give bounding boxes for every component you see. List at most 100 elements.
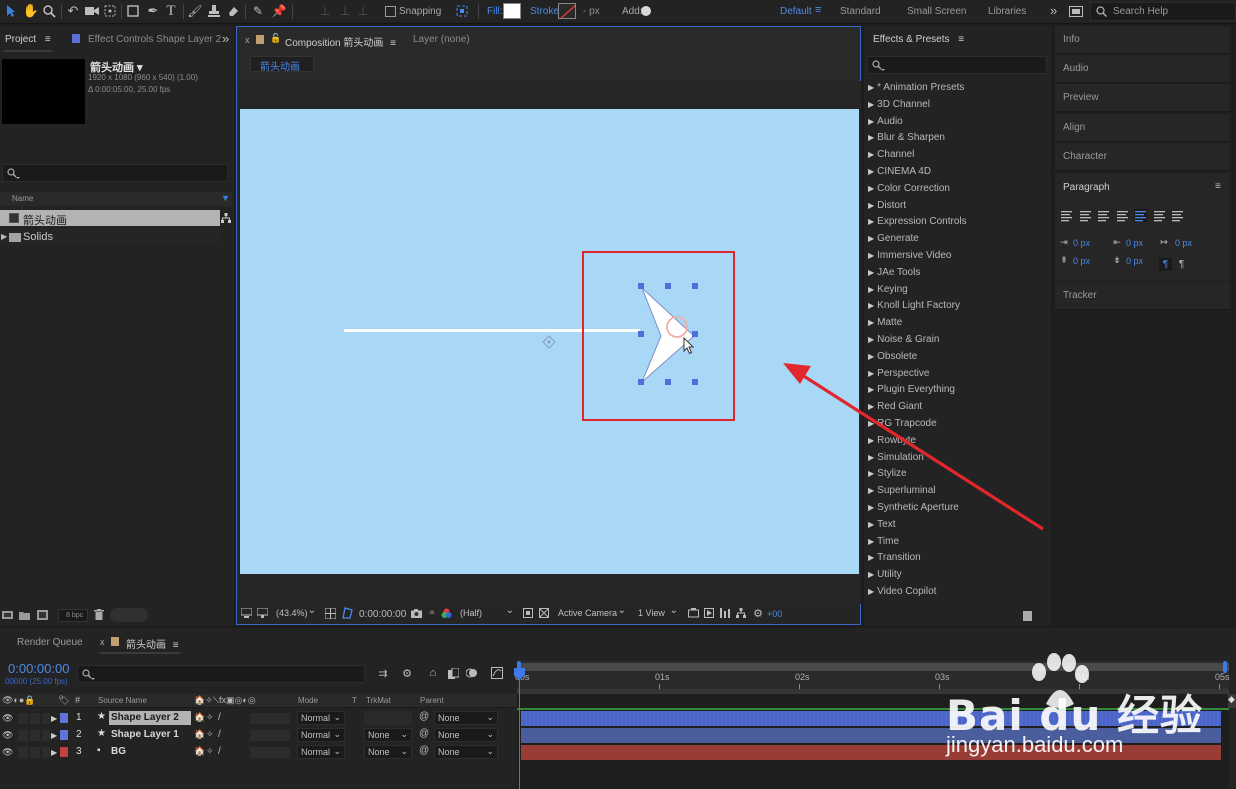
solo-switch[interactable] [30, 747, 40, 758]
comp-mini-flowchart-icon[interactable]: ⇉ [376, 666, 390, 680]
effects-menu-icon[interactable]: ≡ [958, 34, 964, 45]
brush-tool-icon[interactable]: 🖌 [187, 3, 202, 19]
axis-world-icon[interactable]: ⊥ [338, 3, 352, 19]
shy-switch-icon[interactable]: 🏠 [194, 729, 205, 740]
indent-left-value[interactable]: 0 px [1073, 238, 1090, 248]
effect-category-item[interactable]: ▶ Keying [868, 284, 908, 295]
toggle-pixel-aspect-icon[interactable] [687, 607, 699, 619]
pan-behind-tool-icon[interactable] [103, 3, 117, 19]
composition-tab[interactable]: Composition 箭头动画 ≡ [285, 34, 396, 49]
quality-switch-icon[interactable]: / [218, 712, 221, 723]
workspace-small-screen[interactable]: Small Screen [907, 6, 966, 17]
quality-switch-icon[interactable]: / [218, 746, 221, 757]
effect-category-item[interactable]: ▶ Expression Controls [868, 216, 967, 227]
camera-tool-icon[interactable] [84, 3, 100, 19]
comp-canvas[interactable] [240, 109, 859, 574]
roto-brush-tool-icon[interactable]: ✎ [250, 3, 266, 19]
collapse-switch-icon[interactable]: ✧ [206, 729, 214, 740]
indent-right-value[interactable]: 0 px [1126, 238, 1143, 248]
effect-category-item[interactable]: ▶ * Animation Presets [868, 82, 964, 93]
rotate-tool-icon[interactable]: ↶ [66, 3, 80, 19]
effect-category-item[interactable]: ▶ Distort [868, 200, 906, 211]
preview-panel[interactable]: Preview [1055, 84, 1230, 112]
current-time-display[interactable]: 0:00:00:00 [359, 609, 406, 620]
ltr-direction-button[interactable]: ¶ [1159, 258, 1172, 271]
puppet-tool-icon[interactable]: 📌 [272, 3, 287, 19]
layer-switch-boxes[interactable] [250, 730, 290, 741]
paragraph-align-icon[interactable] [1060, 209, 1073, 222]
frame-blending-icon[interactable] [446, 666, 460, 680]
new-bin-icon[interactable] [1023, 611, 1032, 621]
hand-tool-icon[interactable]: ✋ [23, 3, 39, 19]
align-panel[interactable]: Align [1055, 114, 1230, 142]
hide-shy-layers-icon[interactable]: ⌂ [426, 666, 440, 680]
always-preview-icon[interactable] [240, 607, 252, 619]
paragraph-align-icon[interactable] [1116, 209, 1129, 222]
effect-category-item[interactable]: ▶ Utility [868, 569, 902, 580]
visibility-eye-icon[interactable]: 👁 [2, 747, 13, 758]
paragraph-align-icon[interactable] [1153, 209, 1166, 222]
expand-arrow-icon[interactable]: ▶ [868, 553, 874, 562]
mode-dropdown[interactable]: Normal ⌄ [297, 711, 345, 725]
layer-source-name[interactable]: Shape Layer 2 [109, 711, 191, 725]
grid-guides-icon[interactable] [324, 607, 336, 619]
expand-arrow-icon[interactable]: ▶ [868, 318, 874, 327]
snapshot-camera-icon[interactable] [410, 607, 422, 619]
fast-previews-icon[interactable] [703, 607, 715, 619]
draft-3d-icon[interactable]: ⚙ [400, 666, 414, 680]
workspace-menu-icon[interactable]: ≡ [815, 4, 821, 16]
layer-label-color[interactable] [60, 730, 68, 740]
shy-switch-icon[interactable]: 🏠 [194, 746, 205, 757]
trash-icon[interactable] [93, 608, 105, 621]
expand-arrow-icon[interactable]: ▶ [51, 748, 57, 757]
parent-pickwhip-icon[interactable]: @ [419, 728, 429, 739]
mask-visibility-icon[interactable] [341, 606, 353, 620]
expand-arrow-icon[interactable]: ▶ [868, 268, 874, 277]
timeline-icon[interactable] [719, 607, 731, 619]
effect-category-item[interactable]: ▶ Color Correction [868, 183, 950, 194]
solo-switch[interactable] [30, 730, 40, 741]
composition-tab-menu-icon[interactable]: ≡ [390, 38, 396, 49]
layer-source-name[interactable]: BG [109, 745, 191, 759]
expand-arrow-icon[interactable]: ▶ [868, 83, 874, 92]
effect-category-item[interactable]: ▶ 3D Channel [868, 99, 930, 110]
effect-controls-tab[interactable]: Effect Controls Shape Layer 2 [88, 34, 221, 45]
collapse-switch-icon[interactable]: ✧ [206, 712, 214, 723]
timeline-comp-tab[interactable]: 箭头动画 ≡ [126, 636, 179, 651]
expand-arrow-icon[interactable]: ▶ [868, 234, 874, 243]
effect-category-item[interactable]: ▶ JAe Tools [868, 267, 920, 278]
expand-arrow-icon[interactable]: ▶ [868, 335, 874, 344]
mode-dropdown[interactable]: Normal ⌄ [297, 745, 345, 759]
selection-tool-icon[interactable] [4, 3, 18, 19]
mode-dropdown[interactable]: Normal ⌄ [297, 728, 345, 742]
audio-switch[interactable] [18, 713, 28, 724]
indent-first-line-value[interactable]: 0 px [1175, 238, 1192, 248]
playhead-line[interactable] [519, 674, 520, 789]
effect-category-item[interactable]: ▶ Transition [868, 552, 921, 563]
workspace-default[interactable]: Default [780, 6, 812, 17]
expand-arrow-icon[interactable]: ▶ [868, 150, 874, 159]
collapse-switch-icon[interactable]: ✧ [206, 746, 214, 757]
stroke-width-value[interactable]: - px [583, 6, 600, 17]
expand-arrow-icon[interactable]: ▶ [51, 714, 57, 723]
audio-panel[interactable]: Audio [1055, 55, 1230, 83]
effect-category-item[interactable]: ▶ Video Copilot [868, 586, 936, 597]
expand-arrow-icon[interactable]: ▶ [868, 587, 874, 596]
expand-arrow-icon[interactable]: ▶ [868, 133, 874, 142]
paragraph-align-icon[interactable] [1079, 209, 1092, 222]
project-search-field[interactable] [2, 164, 228, 182]
workspace-standard[interactable]: Standard [840, 6, 881, 17]
effect-category-item[interactable]: ▶ Knoll Light Factory [868, 300, 960, 311]
fill-label[interactable]: Fill: [487, 6, 503, 17]
project-item-comp[interactable]: 箭头动画 [0, 210, 220, 227]
add-property-button[interactable] [641, 6, 651, 16]
parent-pickwhip-icon[interactable]: @ [419, 711, 429, 722]
paragraph-align-icon[interactable] [1097, 209, 1110, 222]
trkmat-dropdown[interactable]: None ⌄ [364, 728, 412, 742]
layer-label-color[interactable] [60, 713, 68, 723]
character-panel[interactable]: Character [1055, 143, 1230, 171]
tracker-panel[interactable]: Tracker [1055, 282, 1230, 310]
audio-switch[interactable] [18, 747, 28, 758]
clone-stamp-tool-icon[interactable] [207, 3, 221, 19]
stroke-swatch[interactable] [558, 3, 576, 19]
